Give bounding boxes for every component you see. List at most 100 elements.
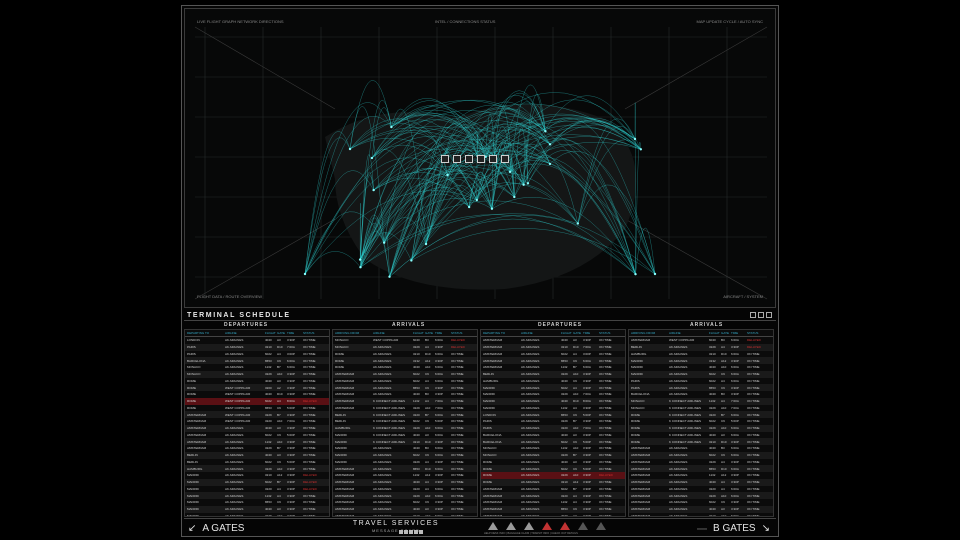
table-row[interactable]: BARCELONA AK AIRLINES 4040 A3 3:30P ON TIME bbox=[481, 431, 625, 439]
table-row[interactable]: AMSTERDAM AK AIRLINES 6022 C9 6:00A ON TIME bbox=[333, 370, 477, 378]
table-row[interactable]: BERLIN K CONNECT AIRLINES 3220 B7 6:00A ON TI… bbox=[333, 411, 477, 418]
table-row[interactable]: PARIS AK AIRLINES 6022 A4 6:00A ON TIME bbox=[629, 377, 773, 385]
table-row[interactable]: MONACO K CONNECT AIRLINES 1132 A4 7:00A ON TI… bbox=[629, 397, 773, 405]
table-row[interactable]: PARIS AK AIRLINES 8653 C9 3:30P ON TIME bbox=[629, 384, 773, 391]
table-row[interactable]: MADRID AK AIRLINES 8653 C9 3:30P ON TIME bbox=[185, 499, 329, 506]
table-row[interactable]: AMSTERDAM AK AIRLINES 8653 D10 6:00A ON TIME bbox=[333, 465, 477, 472]
warning-triangle-icon[interactable] bbox=[596, 522, 606, 530]
table-row[interactable]: MADRID AK AIRLINES 3210 A12 3:30P DELAYED bbox=[185, 472, 329, 479]
table-row[interactable]: ROME WEST COPPA AIR 3200 A2 3:30P ON TIME bbox=[185, 384, 329, 391]
table-row[interactable]: HAMBURG AK AIRLINES 3210 D10 6:00A ON TIME bbox=[629, 350, 773, 358]
table-row[interactable]: MADRID AK AIRLINES 6022 C9 6:00A ON TIME bbox=[333, 451, 477, 459]
table-row[interactable]: AMSTERDAM AK AIRLINES 3210 A10 6:00A ON TIME bbox=[629, 512, 773, 516]
table-row[interactable]: MADRID AK AIRLINES 3229 A4 3:30P ON TIME bbox=[333, 458, 477, 466]
table-row[interactable]: AMSTERDAM K CONNECT AIRLINES 1132 A4 7:00A ON… bbox=[333, 397, 477, 405]
minimize-icon[interactable] bbox=[750, 312, 756, 318]
table-row[interactable]: ROME K CONNECT AIRLINES 4040 A3 6:00A ON TIME bbox=[629, 431, 773, 439]
table-row[interactable]: AMSTERDAM AK AIRLINES 6022 C9 5:00P ON TIME bbox=[185, 431, 329, 439]
table-row[interactable]: BARCELONA AK AIRLINES 8653 C9 6:00A ON TIME bbox=[185, 357, 329, 364]
table-row[interactable]: ROME AK AIRLINES 3210 D10 6:00A ON TIME bbox=[333, 350, 477, 358]
legend-box-icon[interactable] bbox=[441, 155, 449, 163]
table-row[interactable]: AMSTERDAM AK AIRLINES 6022 C9 3:30P ON TIME bbox=[629, 499, 773, 506]
table-row[interactable]: AMSTERDAM AK AIRLINES 4040 A4 3:30P ON TIME bbox=[333, 478, 477, 486]
table-row[interactable]: ROME AK AIRLINES 6022 C9 5:00P ON TIME bbox=[481, 465, 625, 472]
table-row[interactable]: ROME AK AIRLINES 4040 A10 6:00A ON TIME bbox=[333, 364, 477, 371]
table-row[interactable]: PARIS AK AIRLINES 3210 D10 7:00A ON TIME bbox=[185, 343, 329, 351]
table-row[interactable]: AMSTERDAM AK AIRLINES 6022 B7 3:30P ON TIME bbox=[481, 485, 625, 493]
table-row[interactable]: MADRID AK AIRLINES 6022 B7 3:30P DELAYED bbox=[185, 478, 329, 486]
table-row[interactable]: MONACO AK AIRLINES 3229 B7 3:30P ON TIME bbox=[481, 451, 625, 459]
table-row[interactable]: AMSTERDAM AK AIRLINES 8653 C9 3:30P ON TIME bbox=[333, 384, 477, 391]
table-row[interactable]: MADRID AK AIRLINES 1132 A4 3:30P ON TIME bbox=[481, 404, 625, 412]
table-row[interactable]: BERLIN AK AIRLINES 3229 A4 3:30P DELAYED bbox=[629, 343, 773, 351]
table-row[interactable]: AMSTERDAM K CONNECT AIRLINES 3229 A10 7:00A O… bbox=[333, 404, 477, 412]
maximize-icon[interactable] bbox=[758, 312, 764, 318]
table-row[interactable]: ROME AK AIRLINES 4040 A3 3:30P ON TIME bbox=[481, 458, 625, 466]
table-row[interactable]: MADRID AK AIRLINES 3132 A12 3:30P ON TIME bbox=[629, 357, 773, 364]
legend-box-icon[interactable] bbox=[489, 155, 497, 163]
table-row[interactable]: MADRID K CONNECT AIRLINES 3210 D10 3:30P ON T… bbox=[333, 438, 477, 445]
table-row[interactable]: HAMBURG AK AIRLINES 3229 A10 3:30P ON TIME bbox=[185, 465, 329, 472]
table-row[interactable]: AMSTERDAM AK AIRLINES 4040 B3 6:00A ON TIME bbox=[629, 445, 773, 452]
table-row[interactable]: AMSTERDAM AK AIRLINES 3220 A4 3:30P ON TIME bbox=[481, 492, 625, 499]
table-row[interactable]: MADRID AK AIRLINES 3220 A4 3:30P DELAYED bbox=[185, 485, 329, 493]
table-row[interactable]: AMSTERDAM AK AIRLINES 4040 A3 3:30P ON TIME bbox=[333, 505, 477, 513]
b-gates-link[interactable]: XXXXX B GATES ↘ bbox=[697, 523, 770, 534]
legend-box-icon[interactable] bbox=[465, 155, 473, 163]
table-row[interactable]: AMSTERDAM AK AIRLINES 8653 D10 6:00A ON TIME bbox=[629, 465, 773, 472]
table-row[interactable]: MADRID K CONNECT AIRLINES 4040 A3 6:00A ON TI… bbox=[333, 431, 477, 439]
table-row[interactable]: MADRID AK AIRLINES 1132 A4 3:30P ON TIME bbox=[185, 492, 329, 499]
table-row[interactable]: ROME K CONNECT AIRLINES 3210 D10 3:30P ON TIM… bbox=[629, 438, 773, 445]
warning-triangle-icon[interactable] bbox=[488, 522, 498, 530]
a-gates-link[interactable]: ↙ A GATES bbox=[188, 523, 244, 534]
table-row[interactable]: AMSTERDAM AK AIRLINES 3229 A4 3:30P ON TIME bbox=[629, 458, 773, 466]
table-row[interactable]: MONACO AK AIRLINES 1132 A10 3:30P ON TIME bbox=[481, 445, 625, 452]
table-row[interactable]: AMSTERDAM AK AIRLINES 6022 A4 6:00A ON TIME bbox=[333, 377, 477, 385]
warning-triangle-icon[interactable] bbox=[578, 522, 588, 530]
table-row[interactable]: AMSTERDAM WEST COPPA AIR 3229 B7 3:30P ON TIM… bbox=[185, 411, 329, 418]
table-row[interactable]: ROME AK AIRLINES 4040 A3 3:30P ON TIME bbox=[185, 377, 329, 385]
table-row[interactable]: AMSTERDAM AK AIRLINES 3229 A10 6:00A ON TIME bbox=[629, 492, 773, 499]
table-row[interactable]: MADRID AK AIRLINES 6022 C9 6:00A ON TIME bbox=[629, 370, 773, 378]
table-row[interactable]: MADRID AK AIRLINES 4040 D10 8:00A ON TIME bbox=[481, 397, 625, 405]
table-row[interactable]: MONACO AK AIRLINES 3229 A10 3:30P ON TIME bbox=[185, 370, 329, 378]
table-row[interactable]: AMSTERDAM AK AIRLINES 6022 A4 3:00P ON TIME bbox=[481, 350, 625, 358]
table-row[interactable]: MONACO AK AIRLINES 1132 B7 6:00A ON TIME bbox=[185, 364, 329, 371]
table-row[interactable]: AMSTERDAM AK AIRLINES 3229 A10 6:00A ON TIME bbox=[333, 492, 477, 499]
table-row[interactable]: PARIS AK AIRLINES 3220 A10 7:00A ON TIME bbox=[481, 424, 625, 432]
table-row[interactable]: AMSTERDAM AK AIRLINES 4040 A4 3:30P ON TIME bbox=[629, 478, 773, 486]
table-row[interactable]: ROME AK AIRLINES 3210 A12 3:30P ON TIME bbox=[481, 478, 625, 486]
table-row[interactable]: AMSTERDAM AK AIRLINES 1132 A12 3:30P ON TIME bbox=[629, 472, 773, 479]
table-row[interactable]: HAMBURG AK AIRLINES 4040 C9 3:30P ON TIME bbox=[481, 377, 625, 385]
table-row[interactable]: PARIS AK AIRLINES 3229 B7 3:30P ON TIME bbox=[481, 418, 625, 425]
table-row[interactable]: AMSTERDAM AK AIRLINES 1132 A10 3:30P ON TIME bbox=[185, 438, 329, 445]
table-row[interactable]: BARCELONA AK AIRLINES 4040 B3 3:30P ON TIME bbox=[629, 391, 773, 398]
table-row[interactable]: MONACO K CONNECT AIRLINES 3229 A10 7:00A ON T… bbox=[629, 404, 773, 412]
warning-triangle-icon[interactable] bbox=[524, 522, 534, 530]
table-row[interactable]: AMSTERDAM AK AIRLINES 3210 A10 6:00A ON TIME bbox=[333, 512, 477, 516]
table-row[interactable]: AMSTERDAM AK AIRLINES 3220 A4 6:00A ON TIME bbox=[629, 485, 773, 493]
table-row[interactable]: MONACO AK AIRLINES 3229 A4 3:30P DELAYED bbox=[333, 343, 477, 351]
table-row[interactable]: PARIS AK AIRLINES 6022 A4 3:00P ON TIME bbox=[185, 350, 329, 358]
table-row[interactable]: AMSTERDAM AK AIRLINES 4040 A3 3:30P ON TIME bbox=[481, 337, 625, 344]
table-row[interactable]: ROME AK AIRLINES 3229 A10 3:30P DELAYED bbox=[481, 472, 625, 479]
table-row[interactable]: BERLIN AK AIRLINES 6022 C9 5:00P ON TIME bbox=[185, 458, 329, 466]
table-row[interactable]: AMSTERDAM AK AIRLINES 6022 C9 3:30P ON TIME bbox=[333, 499, 477, 506]
table-row[interactable]: MADRID AK AIRLINES 4040 A3 3:30P ON TIME bbox=[185, 505, 329, 513]
table-row[interactable]: BERLIN AK AIRLINES 4040 A3 3:30P ON TIME bbox=[185, 451, 329, 459]
table-row[interactable]: MADRID AK AIRLINES 4040 A10 6:00A ON TIME bbox=[629, 364, 773, 371]
table-row[interactable]: ROME K CONNECT AIRLINES 3229 A10 6:00A ON TIM… bbox=[629, 424, 773, 432]
legend-box-icon[interactable] bbox=[477, 155, 485, 163]
warning-triangle-icon[interactable] bbox=[506, 522, 516, 530]
table-row[interactable]: ROME WEST COPPA AIR 4040 D10 3:30P ON TIME bbox=[185, 391, 329, 398]
table-row[interactable]: AMSTERDAM AK AIRLINES 1132 B7 6:00A ON TIME bbox=[481, 364, 625, 371]
table-row[interactable]: BERLIN K CONNECT AIRLINES 6022 C9 5:00P ON TI… bbox=[333, 418, 477, 425]
table-row[interactable]: ROME K CONNECT AIRLINES 6022 C9 5:00P ON TIME bbox=[629, 418, 773, 425]
table-row[interactable]: HAMBURG K CONNECT AIRLINES 3229 A10 6:00A ON … bbox=[333, 424, 477, 432]
table-row[interactable]: ROME K CONNECT AIRLINES 3220 B7 6:00A ON TIME bbox=[629, 411, 773, 418]
table-row[interactable]: AMSTERDAM AK AIRLINES 8653 C9 3:30P ON TIME bbox=[481, 505, 625, 513]
table-row[interactable]: AMSTERDAM AK AIRLINES 3229 B7 3:30P ON TIME bbox=[185, 445, 329, 452]
alert-triangle-icon[interactable] bbox=[542, 522, 552, 530]
table-row[interactable]: AMSTERDAM AK AIRLINES 4040 B3 3:30P ON TIME bbox=[333, 391, 477, 398]
table-row[interactable]: LONDON AK AIRLINES 4040 A3 3:30P ON TIME bbox=[185, 337, 329, 344]
